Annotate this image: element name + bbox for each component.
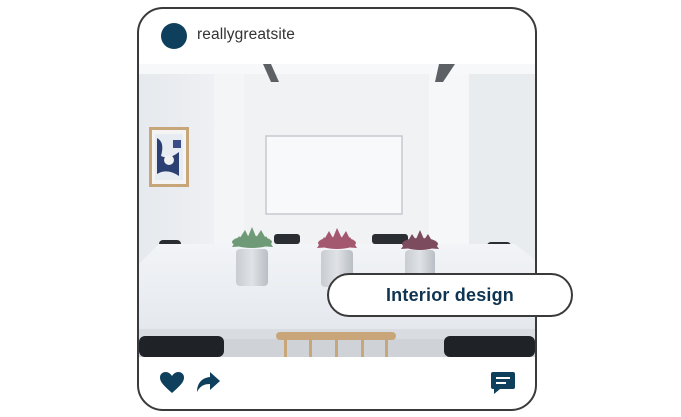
interior-design-tag[interactable]: Interior design [327, 273, 573, 317]
social-post-card: reallygreatsite [137, 7, 537, 411]
share-arrow-icon[interactable] [195, 370, 221, 394]
post-header: reallygreatsite [139, 9, 535, 64]
comment-bubble-icon[interactable] [490, 370, 516, 396]
username[interactable]: reallygreatsite [197, 26, 295, 44]
heart-icon[interactable] [159, 371, 185, 395]
avatar[interactable] [161, 23, 187, 49]
post-actions [139, 357, 535, 409]
